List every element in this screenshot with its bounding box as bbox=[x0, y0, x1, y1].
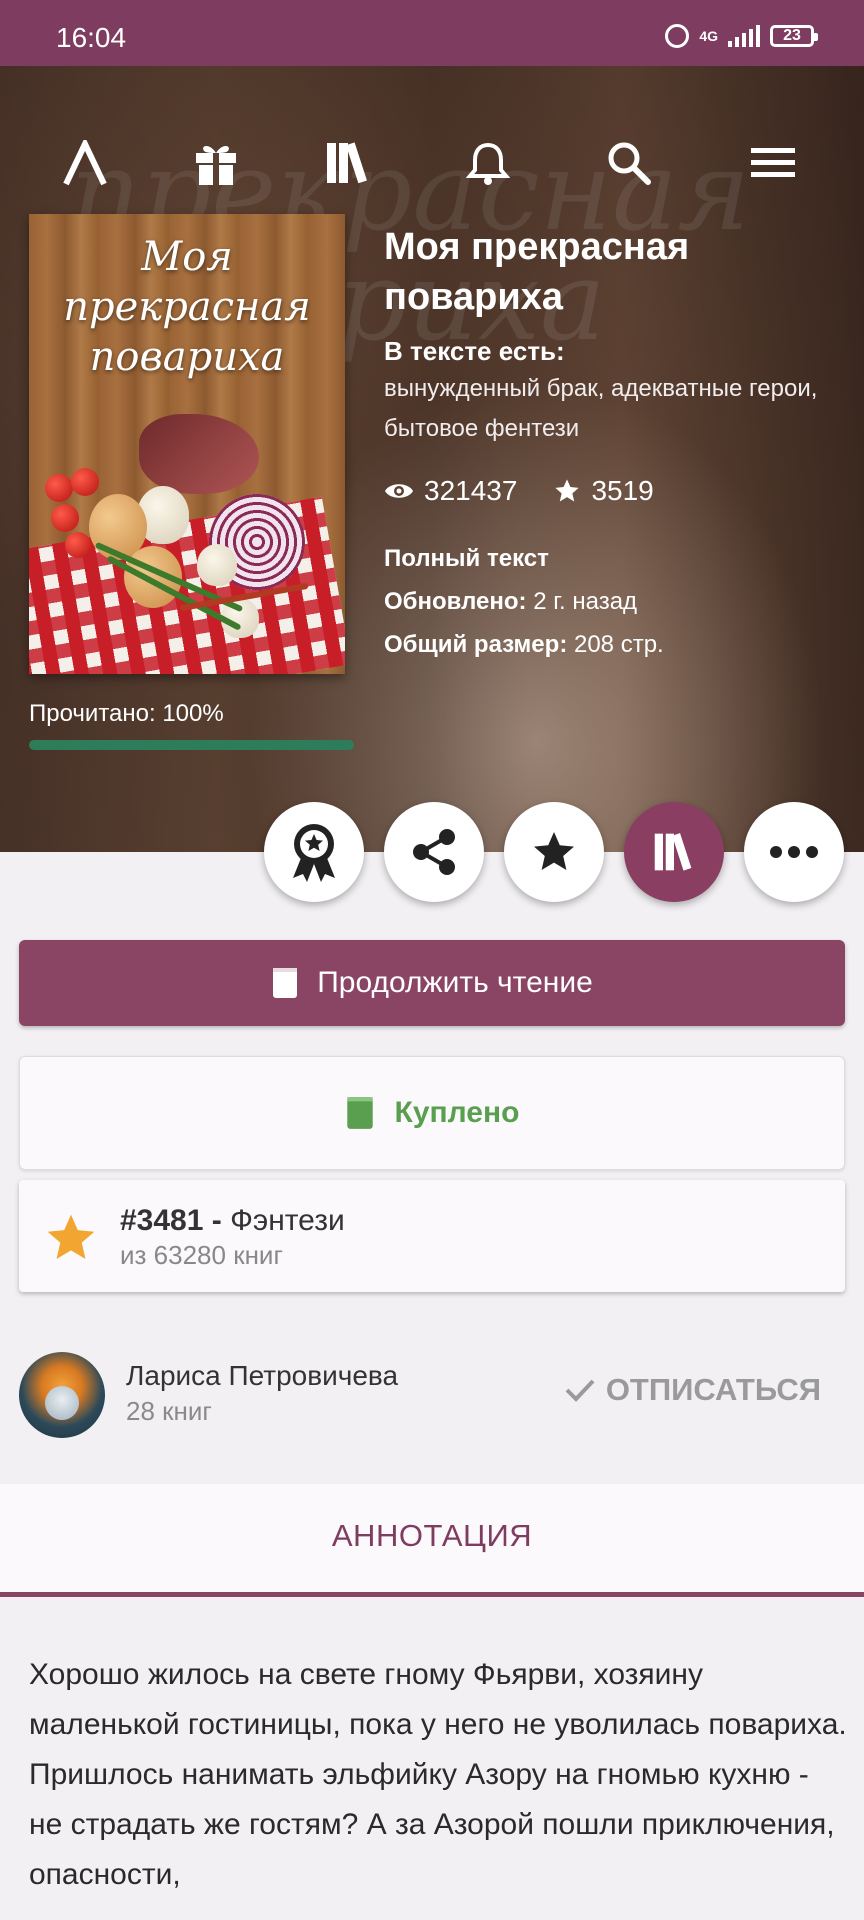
rank-star-icon bbox=[47, 1214, 95, 1259]
read-progress-bar bbox=[29, 740, 354, 750]
author-row[interactable]: Лариса Петровичева 28 книг ОТПИСАТЬСЯ bbox=[19, 1350, 845, 1440]
book-cover[interactable]: Моя прекрасная повариха bbox=[29, 214, 345, 674]
likes-count: 3519 bbox=[591, 475, 654, 506]
more-icon bbox=[770, 846, 818, 858]
author-books-count: 28 книг bbox=[126, 1396, 212, 1426]
award-icon bbox=[293, 824, 335, 882]
top-navigation bbox=[0, 128, 864, 198]
updated-label: Обновлено: bbox=[384, 588, 527, 615]
star-icon bbox=[534, 832, 574, 870]
tags-text[interactable]: вынужденный брак, адекватные герои, быто… bbox=[384, 369, 844, 449]
book-stats: 321437 3519 bbox=[384, 475, 844, 507]
read-progress-label: Прочитано: 100% bbox=[29, 700, 224, 727]
gift-icon[interactable] bbox=[181, 128, 251, 198]
bought-label: Куплено bbox=[394, 1096, 520, 1129]
continue-reading-button[interactable]: Продолжить чтение bbox=[19, 940, 845, 1026]
check-icon bbox=[565, 1379, 595, 1402]
book-status: Полный текст bbox=[384, 545, 549, 572]
rank-line: #3481 - Фэнтези bbox=[120, 1204, 345, 1238]
eye-icon bbox=[385, 484, 413, 498]
likes-stat: 3519 bbox=[553, 475, 654, 507]
author-name[interactable]: Лариса Петровичева bbox=[126, 1360, 398, 1392]
alarm-icon bbox=[665, 24, 690, 48]
book-icon bbox=[273, 968, 298, 998]
continue-reading-label: Продолжить чтение bbox=[317, 966, 593, 999]
unsubscribe-button[interactable]: ОТПИСАТЬСЯ bbox=[564, 1372, 821, 1408]
rate-button[interactable] bbox=[504, 802, 604, 902]
unsubscribe-label: ОТПИСАТЬСЯ bbox=[605, 1372, 821, 1407]
menu-icon[interactable] bbox=[738, 128, 808, 198]
signal-icon bbox=[728, 25, 760, 47]
book-info: Моя прекрасная повариха В тексте есть: в… bbox=[384, 222, 844, 666]
tab-annotation[interactable]: АННОТАЦИЯ bbox=[0, 1518, 864, 1554]
read-progress-fill bbox=[29, 740, 354, 750]
status-icons: 4G 23 bbox=[665, 24, 818, 48]
tags-label: В тексте есть: bbox=[384, 336, 565, 366]
annotation-text: Хорошо жилось на свете гному Фьярви, хоз… bbox=[29, 1658, 847, 1891]
book-icon bbox=[346, 1097, 373, 1129]
status-bar: 16:04 4G 23 bbox=[0, 0, 864, 66]
star-icon bbox=[555, 479, 580, 502]
network-type: 4G bbox=[699, 28, 718, 44]
action-buttons bbox=[264, 802, 844, 902]
library-icon[interactable] bbox=[313, 128, 383, 198]
battery-icon: 23 bbox=[770, 25, 818, 47]
share-icon bbox=[413, 829, 455, 875]
rank-total: из 63280 книг bbox=[120, 1240, 283, 1270]
book-title: Моя прекрасная повариха bbox=[384, 226, 690, 318]
avatar[interactable] bbox=[19, 1352, 105, 1438]
status-time: 16:04 bbox=[56, 22, 127, 53]
bought-button[interactable]: Куплено bbox=[19, 1056, 845, 1170]
book-meta: Полный текст Обновлено: 2 г. назад Общий… bbox=[384, 537, 844, 666]
views-stat: 321437 bbox=[384, 475, 517, 507]
rank-card[interactable]: #3481 - Фэнтези из 63280 книг bbox=[19, 1180, 845, 1292]
size-label: Общий размер: bbox=[384, 631, 568, 658]
size-value: 208 стр. bbox=[573, 631, 664, 658]
rank-position: #3481 - bbox=[120, 1204, 222, 1237]
logo-icon[interactable] bbox=[50, 128, 120, 198]
rank-genre: Фэнтези bbox=[230, 1204, 345, 1237]
book-header: прекраснаяповариха Моя прекрасная повари… bbox=[0, 66, 864, 852]
bell-icon[interactable] bbox=[453, 128, 523, 198]
more-button[interactable] bbox=[744, 802, 844, 902]
views-count: 321437 bbox=[424, 475, 518, 506]
library-button[interactable] bbox=[624, 802, 724, 902]
cover-title: Моя прекрасная повариха bbox=[63, 234, 311, 380]
updated-value: 2 г. назад bbox=[533, 588, 638, 615]
library-icon bbox=[654, 833, 692, 871]
award-button[interactable] bbox=[264, 802, 364, 902]
search-icon[interactable] bbox=[594, 128, 664, 198]
share-button[interactable] bbox=[384, 802, 484, 902]
tab-bar: АННОТАЦИЯ bbox=[0, 1484, 864, 1597]
